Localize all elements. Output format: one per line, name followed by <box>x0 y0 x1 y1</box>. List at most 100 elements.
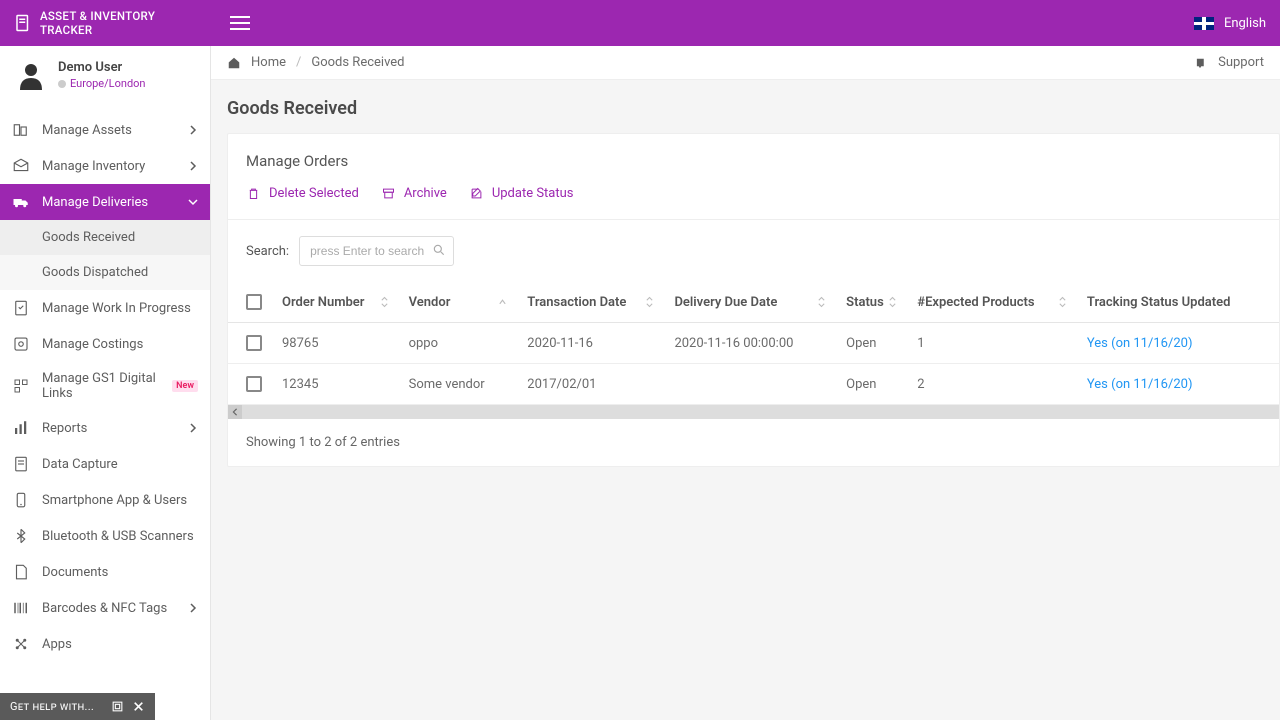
sidebar-item-barcodes[interactable]: Barcodes & NFC Tags <box>0 590 210 626</box>
main-content: Home / Goods Received Support Goods Rece… <box>210 46 1280 720</box>
user-block[interactable]: Demo User Europe/London <box>0 46 210 104</box>
sidebar-item-label: Manage Inventory <box>42 159 176 174</box>
language-selector[interactable]: English <box>1224 16 1266 31</box>
cell-vendor: Some vendor <box>399 364 518 405</box>
sidebar-item-data-capture[interactable]: Data Capture <box>0 446 210 482</box>
column-transaction-date[interactable]: Transaction Date <box>517 282 664 323</box>
cell-expected: 2 <box>907 364 1077 405</box>
sidebar-item-gs1[interactable]: Manage GS1 Digital Links New <box>0 362 210 410</box>
column-expected[interactable]: #Expected Products <box>907 282 1077 323</box>
sidebar-item-manage-deliveries[interactable]: Manage Deliveries <box>0 184 210 220</box>
logo[interactable]: ASSET & INVENTORY TRACKER <box>14 9 210 37</box>
search-label: Search: <box>246 244 289 259</box>
sidebar-item-smartphone[interactable]: Smartphone App & Users <box>0 482 210 518</box>
orders-table: Order Number Vendor Transaction Date Del… <box>228 282 1279 405</box>
column-tracking[interactable]: Tracking Status Updated <box>1077 282 1279 323</box>
panel-title: Manage Orders <box>228 134 1279 180</box>
breadcrumb: Home / Goods Received Support <box>211 46 1280 80</box>
orders-panel: Manage Orders Delete Selected Archive Up… <box>227 133 1280 467</box>
column-status[interactable]: Status <box>836 282 907 323</box>
cell-tracking-link[interactable]: Yes (on 11/16/20) <box>1077 323 1279 364</box>
row-checkbox[interactable] <box>246 376 262 392</box>
sub-item-goods-received[interactable]: Goods Received <box>0 220 210 255</box>
breadcrumb-home[interactable]: Home <box>251 55 286 70</box>
sidebar-item-label: Data Capture <box>42 457 198 472</box>
sub-item-goods-dispatched[interactable]: Goods Dispatched <box>0 255 210 290</box>
gs1-icon <box>12 377 30 395</box>
column-vendor[interactable]: Vendor <box>399 282 518 323</box>
search-row: Search: <box>228 220 1279 282</box>
app-title: ASSET & INVENTORY TRACKER <box>40 9 210 37</box>
select-all-checkbox[interactable] <box>246 294 262 310</box>
archive-button[interactable]: Archive <box>381 186 447 201</box>
sidebar-item-apps[interactable]: Apps <box>0 626 210 662</box>
sidebar-item-reports[interactable]: Reports <box>0 410 210 446</box>
help-bar[interactable]: Get help with... <box>0 693 155 720</box>
reports-icon <box>12 419 30 437</box>
delete-selected-button[interactable]: Delete Selected <box>246 186 359 201</box>
cell-tracking-link[interactable]: Yes (on 11/16/20) <box>1077 364 1279 405</box>
cell-order: 98765 <box>272 323 399 364</box>
table-footer: Showing 1 to 2 of 2 entries <box>228 419 1279 466</box>
cell-due <box>664 364 836 405</box>
page-title: Goods Received <box>211 80 1280 133</box>
actions-row: Delete Selected Archive Update Status <box>228 180 1279 219</box>
scroll-left-button[interactable] <box>228 405 242 419</box>
edit-icon <box>469 186 484 201</box>
chevron-right-icon <box>188 423 198 433</box>
action-label: Archive <box>404 186 447 201</box>
column-order-number[interactable]: Order Number <box>272 282 399 323</box>
close-icon[interactable] <box>132 700 145 713</box>
sidebar-item-scanners[interactable]: Bluetooth & USB Scanners <box>0 518 210 554</box>
sidebar-item-manage-inventory[interactable]: Manage Inventory <box>0 148 210 184</box>
cell-vendor: oppo <box>399 323 518 364</box>
sort-icon <box>380 295 389 309</box>
inventory-icon <box>12 157 30 175</box>
breadcrumb-current: Goods Received <box>311 55 404 70</box>
sort-icon <box>1058 295 1067 309</box>
support-link[interactable]: Support <box>1218 55 1264 70</box>
table-row[interactable]: 98765 oppo 2020-11-16 2020-11-16 00:00:0… <box>228 323 1279 364</box>
sidebar-item-costings[interactable]: Manage Costings <box>0 326 210 362</box>
sort-asc-icon <box>498 295 507 309</box>
menu-toggle-icon[interactable] <box>230 16 250 30</box>
expand-icon[interactable] <box>111 700 124 713</box>
sidebar-item-wip[interactable]: Manage Work In Progress <box>0 290 210 326</box>
help-label: Get help with... <box>10 700 94 713</box>
sidebar-item-manage-assets[interactable]: Manage Assets <box>0 112 210 148</box>
row-checkbox[interactable] <box>246 335 262 351</box>
support-icon[interactable] <box>1195 55 1210 70</box>
sort-icon <box>645 295 654 309</box>
sidebar-item-label: Manage Assets <box>42 123 176 138</box>
sidebar-item-label: Smartphone App & Users <box>42 493 198 508</box>
deliveries-icon <box>12 193 30 211</box>
update-status-button[interactable]: Update Status <box>469 186 574 201</box>
chevron-right-icon <box>188 161 198 171</box>
column-delivery-due[interactable]: Delivery Due Date <box>664 282 836 323</box>
apps-icon <box>12 635 30 653</box>
search-icon <box>432 243 446 257</box>
trash-icon <box>246 186 261 201</box>
cell-status: Open <box>836 364 907 405</box>
table-header-row: Order Number Vendor Transaction Date Del… <box>228 282 1279 323</box>
chevron-right-icon <box>188 603 198 613</box>
sidebar-item-label: Reports <box>42 421 176 436</box>
home-icon[interactable] <box>227 56 241 70</box>
barcode-icon <box>12 599 30 617</box>
search-input[interactable] <box>299 236 454 266</box>
flag-icon[interactable] <box>1194 17 1214 30</box>
phone-icon <box>12 491 30 509</box>
sidebar-item-documents[interactable]: Documents <box>0 554 210 590</box>
table-row[interactable]: 12345 Some vendor 2017/02/01 Open 2 Yes … <box>228 364 1279 405</box>
status-dot-icon <box>58 80 66 88</box>
cell-status: Open <box>836 323 907 364</box>
sidebar-item-label: Documents <box>42 565 198 580</box>
action-label: Delete Selected <box>269 186 359 201</box>
topbar: ASSET & INVENTORY TRACKER English <box>0 0 1280 46</box>
archive-icon <box>381 186 396 201</box>
sidebar-item-label: Apps <box>42 637 198 652</box>
sidebar: Demo User Europe/London Manage Assets Ma… <box>0 46 210 720</box>
avatar-icon <box>16 60 46 90</box>
sort-icon <box>817 295 826 309</box>
horizontal-scrollbar[interactable] <box>228 405 1279 419</box>
